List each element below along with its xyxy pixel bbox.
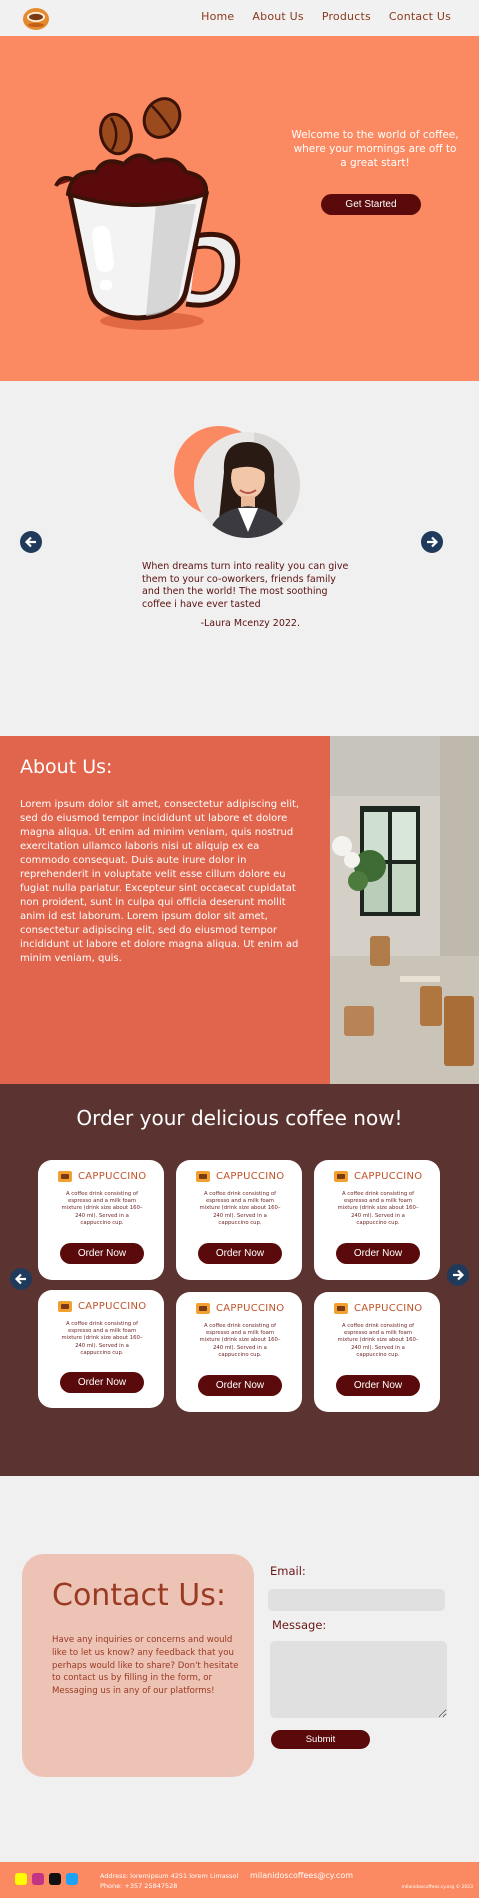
card-header: CAPPUCCINO	[334, 1171, 422, 1182]
footer-copyright: milanidoscoffees.cy.org © 2023	[401, 1885, 473, 1890]
testimonial-prev-arrow[interactable]	[20, 531, 42, 553]
testimonial-author: -Laura Mcenzy 2022.	[200, 618, 300, 629]
coffee-cup-illustration	[54, 97, 241, 330]
contact-section: Contact Us: Have any inquiries or concer…	[0, 1476, 479, 1862]
products-prev-arrow[interactable]	[10, 1268, 32, 1290]
social-links	[15, 1873, 78, 1885]
card-description: A coffee drink consisting of espresso an…	[337, 1191, 419, 1226]
snapchat-icon[interactable]	[15, 1873, 27, 1885]
footer-email[interactable]: milanidoscoffees@cy.com	[250, 1871, 353, 1880]
order-now-button[interactable]: Order Now	[198, 1243, 282, 1264]
get-started-button[interactable]: Get Started	[321, 194, 421, 215]
product-card: CAPPUCCINO A coffee drink consisting of …	[176, 1160, 302, 1280]
order-now-button[interactable]: Order Now	[198, 1375, 282, 1396]
coffee-cup-icon	[334, 1171, 348, 1182]
message-field[interactable]	[270, 1641, 447, 1718]
card-title: CAPPUCCINO	[78, 1171, 147, 1182]
product-card: CAPPUCCINO A coffee drink consisting of …	[38, 1160, 164, 1280]
order-now-button[interactable]: Order Now	[336, 1243, 420, 1264]
email-field[interactable]	[268, 1589, 445, 1611]
customer-avatar	[194, 432, 300, 538]
twitter-icon[interactable]	[66, 1873, 78, 1885]
testimonial-quote: When dreams turn into reality you can gi…	[142, 561, 349, 610]
email-label: Email:	[270, 1564, 306, 1578]
card-header: CAPPUCCINO	[196, 1303, 284, 1314]
card-title: CAPPUCCINO	[354, 1303, 423, 1314]
footer: Address: loremipsum 4251 lorem Limassol …	[0, 1862, 479, 1898]
arrow-right-icon	[453, 1269, 465, 1281]
about-section: About Us: Lorem ipsum dolor sit amet, co…	[0, 736, 479, 1084]
order-now-button[interactable]: Order Now	[60, 1372, 144, 1393]
nav-home-link[interactable]: Home	[201, 10, 234, 23]
order-now-button[interactable]: Order Now	[60, 1243, 144, 1264]
nav-contact-link[interactable]: Contact Us	[389, 10, 451, 23]
message-label: Message:	[272, 1618, 327, 1632]
product-card: CAPPUCCINO A coffee drink consisting of …	[38, 1290, 164, 1408]
contact-info-panel: Contact Us: Have any inquiries or concer…	[22, 1554, 254, 1777]
navbar: Home About Us Products Contact Us	[0, 0, 479, 36]
nav-links: Home About Us Products Contact Us	[201, 10, 451, 23]
coffee-cup-icon	[58, 1301, 72, 1312]
arrow-right-icon	[427, 536, 439, 548]
card-description: A coffee drink consisting of espresso an…	[199, 1191, 281, 1226]
card-description: A coffee drink consisting of espresso an…	[61, 1321, 143, 1356]
footer-phone: Phone: +357 25847528	[100, 1882, 178, 1890]
card-description: A coffee drink consisting of espresso an…	[61, 1191, 143, 1226]
submit-button[interactable]: Submit	[271, 1730, 370, 1749]
about-title: About Us:	[20, 756, 113, 778]
coffee-cup-icon	[58, 1171, 72, 1182]
card-title: CAPPUCCINO	[78, 1301, 147, 1312]
card-description: A coffee drink consisting of espresso an…	[199, 1323, 281, 1358]
hero-section: Welcome to the world of coffee, where yo…	[0, 36, 479, 381]
coffee-cup-icon	[334, 1303, 348, 1314]
instagram-icon[interactable]	[32, 1873, 44, 1885]
card-description: A coffee drink consisting of espresso an…	[337, 1323, 419, 1358]
card-header: CAPPUCCINO	[196, 1171, 284, 1182]
tiktok-icon[interactable]	[49, 1873, 61, 1885]
coffee-cup-icon	[196, 1303, 210, 1314]
coffee-cup-icon	[196, 1171, 210, 1182]
contact-title: Contact Us:	[52, 1578, 226, 1613]
order-now-button[interactable]: Order Now	[336, 1375, 420, 1396]
card-title: CAPPUCCINO	[216, 1303, 285, 1314]
coffee-logo-icon[interactable]	[22, 5, 50, 31]
card-header: CAPPUCCINO	[58, 1171, 146, 1182]
contact-text: Have any inquiries or concerns and would…	[52, 1635, 239, 1697]
about-text: Lorem ipsum dolor sit amet, consectetur …	[20, 799, 300, 964]
order-title: Order your delicious coffee now!	[76, 1106, 403, 1130]
cafe-interior-image	[330, 736, 479, 1084]
product-card: CAPPUCCINO A coffee drink consisting of …	[314, 1160, 440, 1280]
card-header: CAPPUCCINO	[58, 1301, 146, 1312]
nav-products-link[interactable]: Products	[322, 10, 371, 23]
card-header: CAPPUCCINO	[334, 1303, 422, 1314]
testimonial-next-arrow[interactable]	[421, 531, 443, 553]
card-title: CAPPUCCINO	[354, 1171, 423, 1182]
products-next-arrow[interactable]	[447, 1264, 469, 1286]
hero-welcome-text: Welcome to the world of coffee, where yo…	[291, 129, 459, 169]
footer-address-block: Address: loremipsum 4251 lorem Limassol …	[100, 1871, 238, 1891]
footer-address: Address: loremipsum 4251 lorem Limassol	[100, 1872, 239, 1880]
card-title: CAPPUCCINO	[216, 1171, 285, 1182]
testimonial-section: When dreams turn into reality you can gi…	[0, 381, 479, 736]
product-card: CAPPUCCINO A coffee drink consisting of …	[314, 1292, 440, 1412]
order-section: Order your delicious coffee now! CAPPUCC…	[0, 1084, 479, 1476]
arrow-left-icon	[14, 1273, 26, 1285]
nav-about-link[interactable]: About Us	[252, 10, 303, 23]
product-card: CAPPUCCINO A coffee drink consisting of …	[176, 1292, 302, 1412]
arrow-left-icon	[24, 536, 36, 548]
